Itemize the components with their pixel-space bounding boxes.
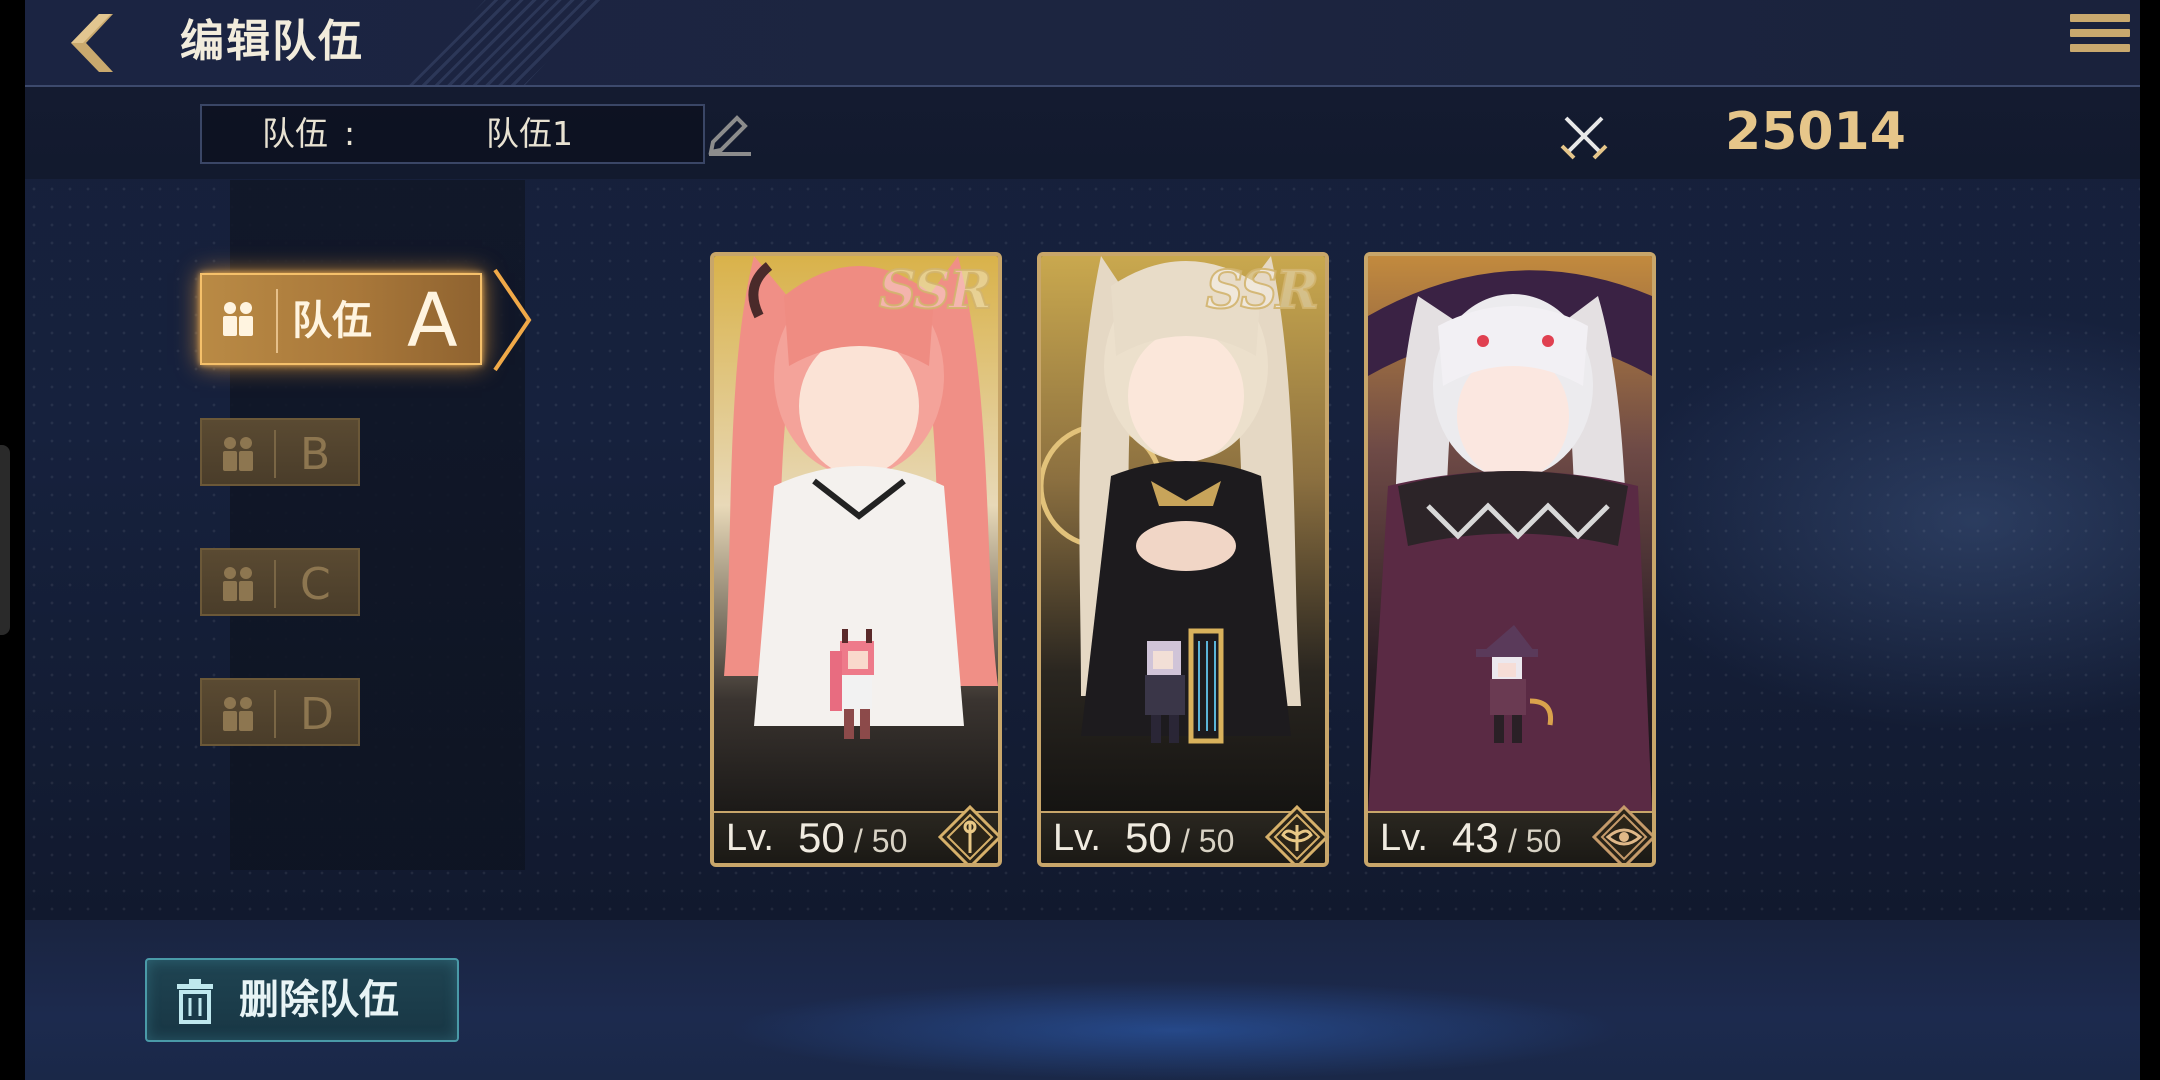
team-name-field[interactable]: 队伍 : 队伍1 — [200, 104, 705, 164]
character-card-3[interactable]: Lv. 43 / 50 — [1364, 252, 1656, 867]
tab-team-b[interactable]: B — [200, 418, 360, 486]
device-side-handle — [0, 445, 10, 635]
team-members-icon — [223, 697, 253, 731]
tab-divider — [274, 560, 276, 608]
page-title: 编辑队伍 — [180, 16, 364, 67]
staff-class-icon — [938, 805, 998, 863]
tab-team-a[interactable]: 队伍 A — [200, 273, 482, 365]
edit-pencil-icon[interactable] — [705, 108, 755, 158]
level-label: Lv. — [726, 817, 774, 859]
back-arrow-icon[interactable] — [53, 10, 123, 76]
crossed-swords-icon — [1560, 116, 1608, 160]
rarity-badge: SSR — [878, 259, 993, 322]
team-members-icon — [223, 302, 253, 336]
game-screen: 编辑队伍 队伍 : 队伍1 25014 队伍 A B C D SSR Lv. 5… — [25, 0, 2140, 1080]
delete-team-label: 删除队伍 — [239, 977, 399, 1023]
team-label-colon: : — [344, 114, 356, 153]
tab-letter: A — [407, 278, 458, 364]
tab-team-c[interactable]: C — [200, 548, 360, 616]
active-tab-chevron-icon — [493, 268, 532, 372]
tab-divider — [274, 690, 276, 738]
character-card-2[interactable]: SSR Lv. 50 / 50 — [1037, 252, 1329, 867]
tab-team-d[interactable]: D — [200, 678, 360, 746]
team-members-icon — [223, 437, 253, 471]
tab-letter: C — [300, 559, 331, 610]
level-current: 43 — [1452, 814, 1499, 861]
level-label: Lv. — [1053, 817, 1101, 859]
level-current: 50 — [1125, 814, 1172, 861]
tab-divider — [276, 289, 278, 353]
eye-class-icon — [1592, 805, 1652, 863]
rarity-badge: SSR — [1205, 259, 1320, 322]
tab-letter: D — [300, 689, 334, 740]
character-sprite — [830, 629, 874, 739]
tab-divider — [274, 430, 276, 478]
delete-team-button[interactable]: 删除队伍 — [145, 958, 459, 1042]
character-sprite — [1145, 628, 1224, 744]
tab-letter: B — [300, 429, 331, 480]
level-current: 50 — [798, 814, 845, 861]
character-card-1[interactable]: SSR Lv. 50 / 50 — [710, 252, 1002, 867]
team-label: 队伍 — [262, 114, 328, 153]
level-max: / 50 — [1181, 823, 1235, 859]
wing-class-icon — [1265, 805, 1325, 863]
top-bar-decoration — [405, 0, 605, 85]
character-sprite — [1476, 625, 1554, 743]
combat-power-value: 25014 — [1725, 102, 1906, 162]
team-name-value: 队伍1 — [486, 114, 573, 153]
level-max: / 50 — [854, 823, 908, 859]
trash-icon — [177, 979, 213, 1024]
team-members-icon — [223, 567, 253, 601]
hamburger-menu-icon[interactable] — [2070, 14, 2130, 68]
bottom-glow-decoration — [725, 980, 1625, 1080]
tab-name: 队伍 — [292, 298, 372, 344]
level-max: / 50 — [1508, 823, 1562, 859]
level-label: Lv. — [1380, 817, 1428, 859]
device-bezel-right — [2140, 0, 2160, 1080]
